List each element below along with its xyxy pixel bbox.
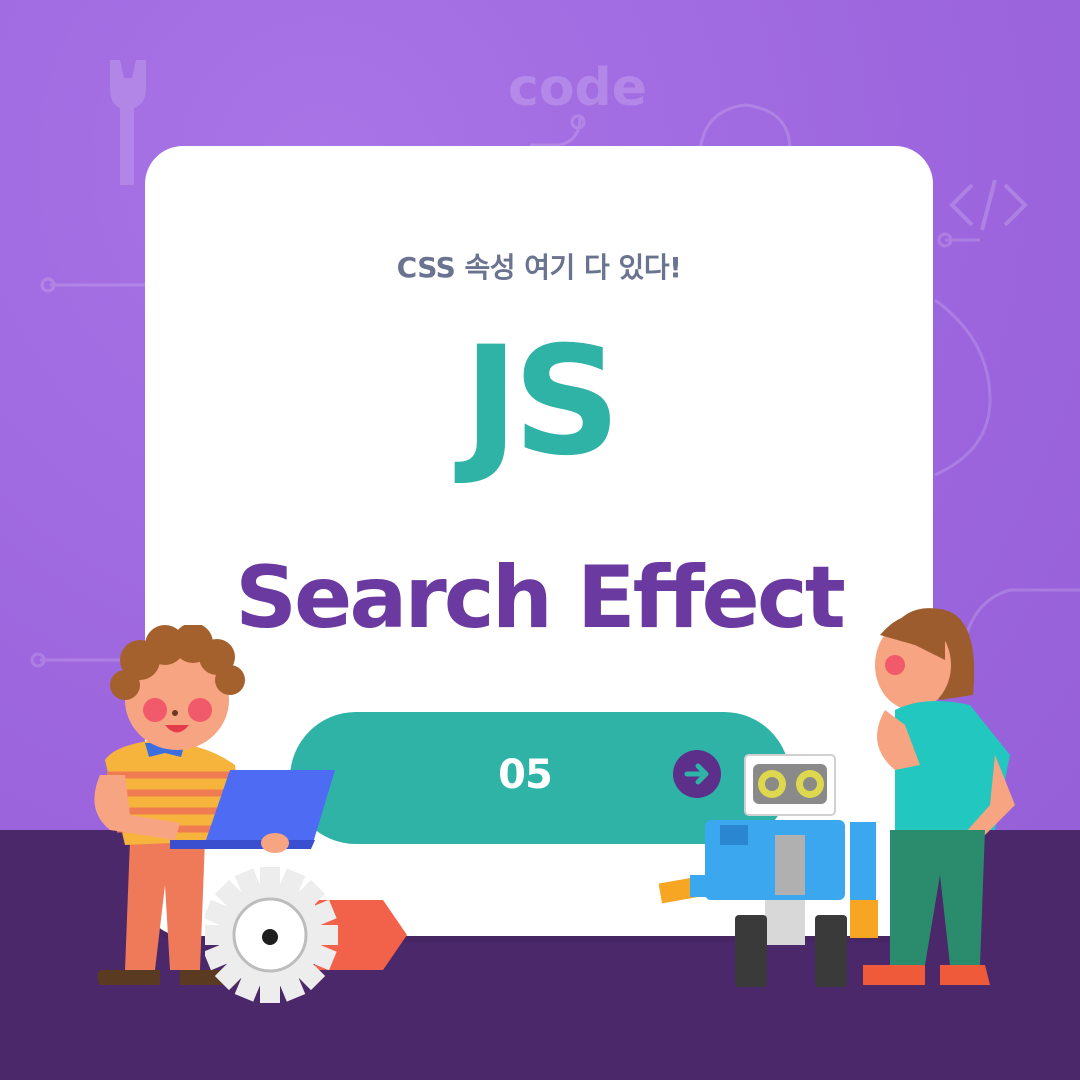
gear-icon bbox=[205, 867, 338, 1003]
code-brackets-icon bbox=[949, 179, 1028, 231]
wrench-icon bbox=[110, 60, 146, 185]
subtitle: CSS 속성 여기 다 있다! bbox=[396, 251, 682, 284]
girl-thinking-illustration bbox=[863, 608, 1015, 985]
gear-illustration bbox=[205, 867, 407, 1003]
episode-number: 05 bbox=[498, 752, 553, 798]
js-badge: JS bbox=[463, 315, 621, 489]
code-watermark: code bbox=[508, 58, 648, 118]
